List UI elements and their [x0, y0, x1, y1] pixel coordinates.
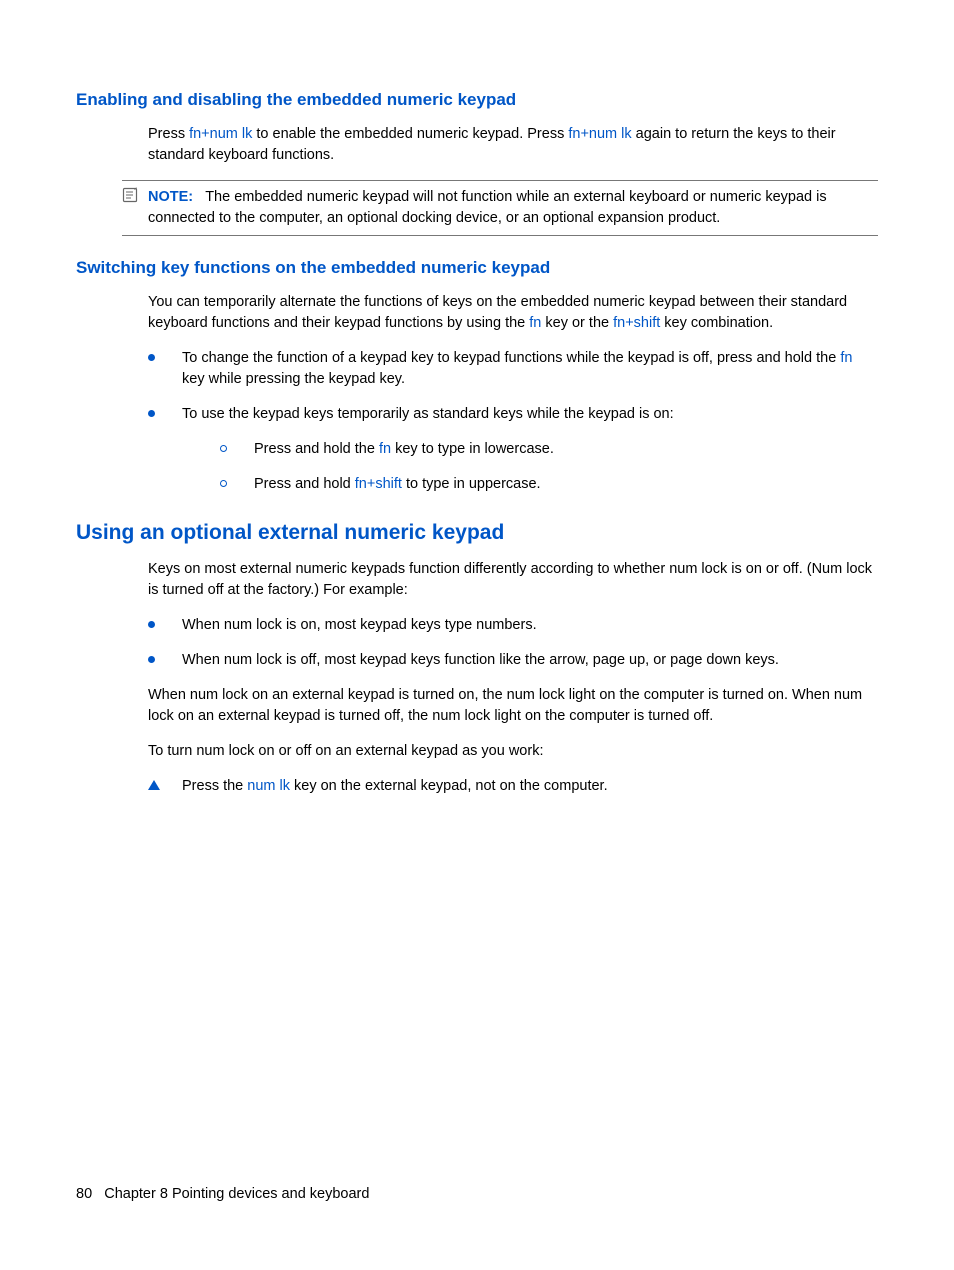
text: Press the	[182, 778, 247, 794]
key-label: fn+shift	[613, 315, 660, 331]
page-number: 80	[76, 1186, 92, 1202]
text: Press and hold	[254, 476, 355, 492]
key-label: fn+num lk	[568, 126, 631, 142]
triangle-list: Press the num lk key on the external key…	[148, 776, 878, 797]
key-label: num lk	[247, 778, 290, 794]
text: key or the	[541, 315, 613, 331]
text: key on the external keypad, not on the c…	[290, 778, 608, 794]
key-label: fn	[840, 350, 852, 366]
key-label: fn	[529, 315, 541, 331]
list-item: Press and hold the fn key to type in low…	[220, 439, 878, 460]
list-item: Press and hold fn+shift to type in upper…	[220, 474, 878, 495]
text: key to type in lowercase.	[391, 441, 554, 457]
text: key while pressing the keypad key.	[182, 371, 405, 387]
text: to enable the embedded numeric keypad. P…	[252, 126, 568, 142]
note-icon	[122, 187, 142, 210]
key-label: fn+shift	[355, 476, 402, 492]
list-item: To change the function of a keypad key t…	[148, 348, 878, 390]
document-page: Enabling and disabling the embedded nume…	[0, 0, 954, 871]
paragraph: Press fn+num lk to enable the embedded n…	[148, 124, 878, 166]
bullet-list: To change the function of a keypad key t…	[148, 348, 878, 495]
text: key combination.	[660, 315, 773, 331]
note-label: NOTE:	[148, 189, 193, 205]
text: Press	[148, 126, 189, 142]
list-item: When num lock is off, most keypad keys f…	[148, 650, 878, 671]
text: To use the keypad keys temporarily as st…	[182, 406, 674, 422]
heading-external-keypad: Using an optional external numeric keypa…	[76, 521, 878, 545]
bullet-list: When num lock is on, most keypad keys ty…	[148, 615, 878, 671]
heading-enable-disable: Enabling and disabling the embedded nume…	[76, 90, 878, 110]
list-item: Press the num lk key on the external key…	[148, 776, 878, 797]
text: to type in uppercase.	[402, 476, 541, 492]
key-label: fn+num lk	[189, 126, 252, 142]
paragraph: When num lock on an external keypad is t…	[148, 685, 878, 727]
sub-bullet-list: Press and hold the fn key to type in low…	[220, 439, 878, 495]
paragraph: Keys on most external numeric keypads fu…	[148, 559, 878, 601]
page-footer: 80 Chapter 8 Pointing devices and keyboa…	[76, 1186, 369, 1202]
chapter-label: Chapter 8 Pointing devices and keyboard	[104, 1186, 369, 1202]
list-item: To use the keypad keys temporarily as st…	[148, 404, 878, 495]
paragraph: To turn num lock on or off on an externa…	[148, 741, 878, 762]
note-text: The embedded numeric keypad will not fun…	[148, 189, 827, 226]
key-label: fn	[379, 441, 391, 457]
note-block: NOTE: The embedded numeric keypad will n…	[122, 180, 878, 236]
paragraph: You can temporarily alternate the functi…	[148, 292, 878, 334]
text: To change the function of a keypad key t…	[182, 350, 840, 366]
list-item: When num lock is on, most keypad keys ty…	[148, 615, 878, 636]
text: Press and hold the	[254, 441, 379, 457]
heading-switching: Switching key functions on the embedded …	[76, 258, 878, 278]
